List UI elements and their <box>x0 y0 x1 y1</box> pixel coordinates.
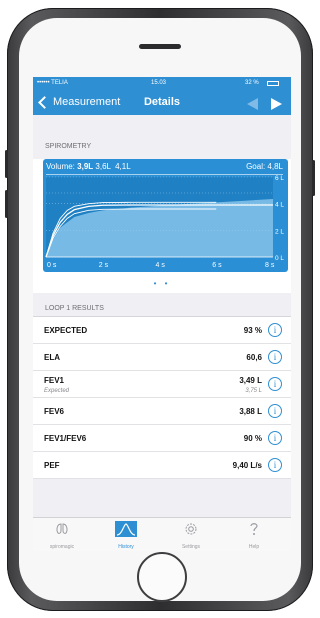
x-tick-label: 0 s <box>47 262 57 269</box>
loop-results-title: LOOP 1 RESULTS <box>33 293 291 317</box>
result-label: PEF <box>44 461 60 470</box>
tab-bar: spiromagic History Settings Help <box>33 517 291 551</box>
app-screen: •••••• TELIA 15.03 32 % Measurement Deta… <box>33 77 291 551</box>
spirometry-header: SPIROMETRY <box>33 115 291 159</box>
result-value: 3,88 L <box>239 407 262 416</box>
status-bar: •••••• TELIA 15.03 32 % <box>33 77 291 91</box>
y-tick-label: 0 L <box>275 255 284 262</box>
gear-icon <box>183 521 199 538</box>
y-tick-label: 2 L <box>275 228 284 235</box>
result-row: FEV6 3,88 L i <box>33 398 291 425</box>
home-button[interactable] <box>137 552 187 602</box>
info-icon[interactable]: i <box>268 323 282 337</box>
result-label: FEV1 <box>44 376 65 385</box>
result-row: EXPECTED 93 % i <box>33 317 291 344</box>
tab-label: History <box>118 544 134 550</box>
result-subvalue: 3,75 L <box>245 388 262 394</box>
info-icon[interactable]: i <box>268 350 282 364</box>
info-icon[interactable]: i <box>268 431 282 445</box>
spirometry-chart[interactable]: Volume: 3,9L 3,6L 4,1L Goal: 4,8L 0 s2 s… <box>43 159 288 272</box>
result-value: 93 % <box>243 326 262 335</box>
result-value: 60,6 <box>246 353 262 362</box>
y-tick-label: 6 L <box>275 175 284 182</box>
navigation-bar: Measurement Details <box>33 91 291 115</box>
result-value: 9,40 L/s <box>232 461 262 470</box>
x-tick-label: 2 s <box>99 262 109 269</box>
result-row: FEV1/FEV6 90 % i <box>33 425 291 452</box>
tab-label: Settings <box>181 544 201 550</box>
power-button <box>312 160 315 196</box>
tab-help[interactable]: Help <box>229 521 279 550</box>
battery-label: 32 % <box>245 80 259 86</box>
triangle-left-icon[interactable] <box>247 98 258 110</box>
chart-icon <box>115 521 137 538</box>
info-icon[interactable]: i <box>268 377 282 391</box>
result-sublabel: Expected <box>44 388 70 394</box>
x-tick-label: 6 s <box>212 262 222 269</box>
page-indicator: • • <box>153 279 171 288</box>
result-label: EXPECTED <box>44 326 88 335</box>
result-label: FEV1/FEV6 <box>44 434 87 443</box>
tab-settings[interactable]: Settings <box>166 521 216 550</box>
volume-button <box>5 150 8 178</box>
result-value: 90 % <box>243 434 262 443</box>
results-list: EXPECTED 93 % i ELA 60,6 i FEV1 Expected 3,49 L 3… <box>33 317 291 479</box>
tab-label: Help <box>248 544 260 550</box>
result-label: ELA <box>44 353 60 362</box>
info-icon[interactable]: i <box>268 404 282 418</box>
info-icon[interactable]: i <box>268 458 282 472</box>
tab-spiromagic[interactable]: spiromagic <box>37 521 87 550</box>
tab-label: spiromagic <box>49 544 75 550</box>
battery-icon <box>267 81 279 86</box>
clock-label: 15.03 <box>151 80 167 86</box>
result-row: FEV1 Expected 3,49 L 3,75 L i <box>33 371 291 398</box>
x-tick-label: 8 s <box>265 262 275 269</box>
carrier-label: •••••• TELIA <box>37 80 68 86</box>
result-row: ELA 60,6 i <box>33 344 291 371</box>
triangle-right-icon[interactable] <box>271 98 282 110</box>
spirometry-card: Volume: 3,9L 3,6L 4,1L Goal: 4,8L 0 s2 s… <box>33 159 291 309</box>
earpiece-speaker <box>139 44 181 49</box>
volume-button <box>5 190 8 218</box>
result-value: 3,49 L <box>239 376 262 385</box>
tab-history[interactable]: History <box>101 521 151 550</box>
y-tick-label: 4 L <box>275 202 284 209</box>
result-row: PEF 9,40 L/s i <box>33 452 291 479</box>
volume-time-plot: 0 s 2 s 4 s 6 s 8 s0 L 2 L 4 L 6 L <box>45 175 284 269</box>
lungs-icon <box>54 521 70 538</box>
x-tick-label: 4 s <box>156 262 166 269</box>
question-icon <box>246 521 262 538</box>
result-label: FEV6 <box>44 407 65 416</box>
